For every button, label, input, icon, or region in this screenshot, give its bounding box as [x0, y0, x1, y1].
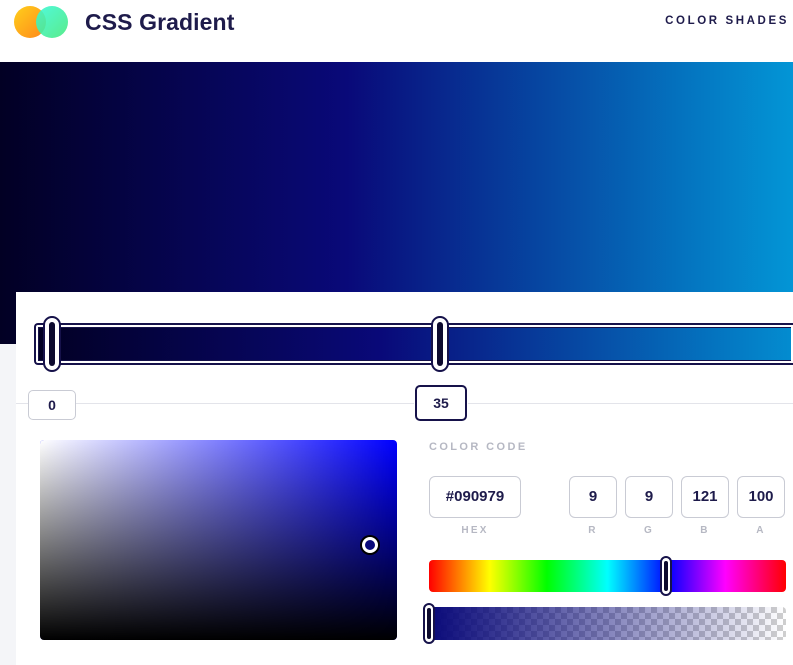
a-label: A	[756, 525, 766, 536]
hue-slider[interactable]	[429, 560, 786, 592]
gradient-stop-handle-first[interactable]	[43, 316, 61, 372]
stop-position-input-first[interactable]: 0	[28, 390, 76, 420]
g-label: G	[644, 525, 654, 536]
top-bar: CSS Gradient COLOR SHADES	[0, 0, 793, 62]
stop-position-input-second[interactable]: 35	[415, 385, 467, 421]
saturation-brightness-picker[interactable]	[40, 440, 397, 640]
divider	[16, 403, 793, 404]
alpha-slider[interactable]	[429, 607, 786, 640]
hue-slider-handle[interactable]	[660, 556, 672, 596]
stop-handle-grip-icon	[437, 322, 443, 366]
color-code-title: COLOR CODE	[429, 441, 528, 453]
gradient-stop-handle-second[interactable]	[431, 316, 449, 372]
alpha-fade	[429, 607, 786, 640]
gradient-bar-frame	[34, 323, 793, 365]
nav-link-color-shades[interactable]: COLOR SHADES	[665, 15, 789, 27]
hex-label: HEX	[461, 525, 489, 536]
hex-input[interactable]: #090979	[429, 476, 521, 518]
slider-grip-icon	[664, 561, 668, 591]
brand-title[interactable]: CSS Gradient	[85, 9, 234, 36]
r-label: R	[588, 525, 598, 536]
b-label: B	[700, 525, 710, 536]
alpha-slider-handle[interactable]	[423, 603, 435, 644]
b-input[interactable]: 121	[681, 476, 729, 518]
brightness-overlay	[40, 440, 397, 640]
r-input[interactable]: 9	[569, 476, 617, 518]
picker-cursor-icon[interactable]	[362, 537, 378, 553]
stop-handle-grip-icon	[49, 322, 55, 366]
gradient-bar[interactable]	[38, 327, 791, 361]
a-input[interactable]: 100	[737, 476, 785, 518]
logo-icon[interactable]	[14, 6, 70, 38]
g-input[interactable]: 9	[625, 476, 673, 518]
slider-grip-icon	[427, 608, 431, 639]
logo-green-circle	[36, 6, 68, 38]
